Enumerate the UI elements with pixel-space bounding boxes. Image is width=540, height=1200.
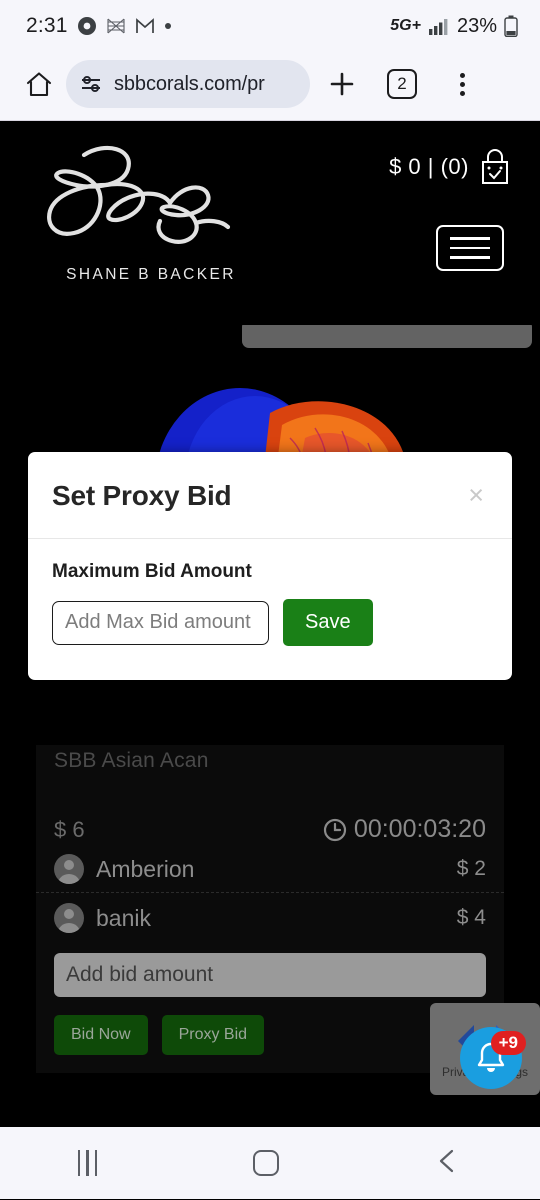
auction-timer: 00:00:03:20 [323,815,486,844]
phone-screen: 2:31 5G+ 23% sbbcorals.com/pr 2 SHANE B … [0,0,540,1200]
browser-toolbar: sbbcorals.com/pr 2 [0,52,540,120]
sbb-script-logo-icon [47,145,231,244]
chrome-icon [77,16,97,36]
avatar [54,903,84,933]
overflow-menu-icon[interactable] [459,72,465,96]
status-left-group: 2:31 [26,14,172,38]
cart-total-label: $ 0 | (0) [389,154,469,179]
gmail-icon [135,17,155,35]
current-price: $ 6 [54,816,85,842]
cart-summary[interactable]: $ 0 | (0) [389,149,512,185]
home-square-icon[interactable] [252,1150,279,1176]
bid-now-button[interactable]: Bid Now [54,1015,148,1055]
hamburger-line [450,237,490,240]
notification-count-badge: +9 [490,1030,526,1055]
url-bar[interactable]: sbbcorals.com/pr [66,60,310,108]
tab-count-label[interactable]: 2 [387,69,417,99]
clock-icon [323,818,347,842]
max-bid-field-row: Save [52,599,488,646]
status-clock: 2:31 [26,14,68,37]
tab-switcher-button[interactable]: 2 [374,60,430,108]
brand-name-label: SHANE B BACKER [66,266,236,283]
bidder-name: banik [96,904,151,931]
recents-icon[interactable] [77,1150,97,1176]
hamburger-menu-button[interactable] [436,225,504,271]
bid-amount-input[interactable]: Add bid amount [54,953,486,997]
max-bid-input[interactable] [52,600,269,645]
status-right-group: 5G+ 23% [390,15,518,38]
close-icon[interactable]: × [468,480,486,509]
bid-history-row: Amberion $ 2 [36,844,504,892]
dot-icon [164,22,172,30]
avatar [54,854,84,884]
bid-amount: $ 4 [456,906,486,929]
max-bid-field-label: Maximum Bid Amount [52,561,252,582]
shopping-bag-icon[interactable] [478,149,512,185]
modal-body: Maximum Bid Amount Save [28,539,512,680]
bidder-name: Amberion [96,855,195,882]
modal-header: Set Proxy Bid × [28,452,512,539]
set-proxy-bid-modal: Set Proxy Bid × Maximum Bid Amount Save [28,452,512,680]
url-text[interactable]: sbbcorals.com/pr [114,73,265,96]
hamburger-line [450,256,490,259]
bid-history-row: banik $ 4 [36,892,504,941]
product-title: SBB Asian Acan [54,749,209,772]
price-and-timer-row: $ 6 00:00:03:20 [36,773,504,844]
back-chevron-icon[interactable] [434,1147,462,1180]
android-status-bar: 2:31 5G+ 23% [0,0,540,52]
page-info-icon[interactable] [80,74,104,94]
home-button[interactable] [16,61,62,107]
nyt-icon [106,16,126,36]
bidder-info: Amberion [54,854,194,884]
new-tab-button[interactable] [314,60,370,108]
battery-percent-label: 23% [456,14,497,37]
timer-value: 00:00:03:20 [353,815,486,843]
bidder-info: banik [54,903,151,933]
signal-bars-icon [428,17,450,35]
modal-title: Set Proxy Bid [52,480,232,511]
proxy-bid-button[interactable]: Proxy Bid [161,1015,265,1055]
site-header: SHANE B BACKER $ 0 | (0) [0,120,540,325]
site-logo[interactable]: SHANE B BACKER [36,137,266,284]
android-nav-bar [0,1127,540,1199]
bid-amount: $ 2 [456,857,486,880]
browser-menu-button[interactable] [434,60,490,108]
save-button[interactable]: Save [283,599,373,646]
battery-icon [504,15,518,37]
hamburger-line [450,246,490,250]
network-type-label: 5G+ [390,17,421,34]
